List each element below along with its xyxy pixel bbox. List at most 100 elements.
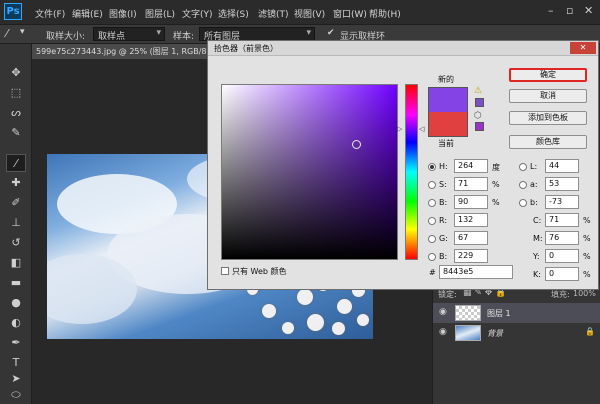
current-color-swatch[interactable] — [428, 112, 468, 137]
sample-size-label: 取样大小: — [46, 32, 86, 42]
eyedropper-icon[interactable]: ⁄ — [6, 27, 8, 40]
s-unit: % — [492, 180, 500, 189]
g-radio[interactable] — [428, 235, 436, 243]
hex-field[interactable]: 8443e5 — [439, 265, 513, 279]
r-radio[interactable] — [428, 217, 436, 225]
menu-file[interactable]: 文件(F) — [35, 7, 65, 20]
move-tool-icon[interactable]: ✥ — [6, 64, 26, 82]
minimize-icon[interactable]: – — [548, 4, 554, 17]
color-sample-marker[interactable] — [352, 140, 361, 149]
k-field[interactable]: 0 — [545, 267, 579, 281]
lock-icon: 🔒 — [585, 327, 595, 336]
r-field[interactable]: 132 — [454, 213, 488, 227]
menu-type[interactable]: 文字(Y) — [182, 7, 213, 20]
web-colors-label: 只有 Web 颜色 — [232, 267, 287, 276]
quick-select-tool-icon[interactable]: ✎ — [6, 124, 26, 142]
brightness-field[interactable]: 90 — [454, 195, 488, 209]
menu-layer[interactable]: 图层(L) — [145, 7, 175, 20]
s-radio[interactable] — [428, 181, 436, 189]
add-to-swatches-button[interactable]: 添加到色板 — [509, 111, 587, 125]
menu-help[interactable]: 帮助(H) — [369, 7, 401, 20]
g-label: G: — [439, 234, 448, 243]
c-field[interactable]: 71 — [545, 213, 579, 227]
hue-slider[interactable] — [405, 84, 418, 260]
brightness-radio[interactable] — [428, 199, 436, 207]
sample-size-select[interactable]: 取样点 — [93, 27, 165, 42]
a-field[interactable]: 53 — [545, 177, 579, 191]
chevron-down-icon[interactable]: ▾ — [20, 27, 25, 37]
menu-select[interactable]: 选择(S) — [218, 7, 249, 20]
stamp-tool-icon[interactable]: ⊥ — [6, 214, 26, 232]
c-label: C: — [533, 216, 542, 225]
layer-name: 图层 1 — [487, 309, 511, 318]
web-safe-swatch[interactable] — [475, 122, 484, 131]
menu-window[interactable]: 窗口(W) — [333, 7, 367, 20]
blue-radio[interactable] — [428, 253, 436, 261]
ok-button[interactable]: 确定 — [509, 68, 587, 82]
menu-image[interactable]: 图像(I) — [109, 7, 137, 20]
h-field[interactable]: 264 — [454, 159, 488, 173]
blue-label: B: — [439, 252, 448, 261]
marquee-tool-icon[interactable]: ⬚ — [6, 84, 26, 102]
layer-thumbnail — [455, 325, 481, 341]
brush-tool-icon[interactable]: ✐ — [6, 194, 26, 212]
blur-tool-icon[interactable]: ● — [6, 294, 26, 312]
menu-bar: Ps 文件(F) 编辑(E) 图像(I) 图层(L) 文字(Y) 选择(S) 滤… — [0, 0, 600, 24]
l-field[interactable]: 44 — [545, 159, 579, 173]
shape-tool-icon[interactable]: ⬭ — [6, 386, 26, 404]
sample-select[interactable]: 所有图层 — [199, 27, 315, 42]
a-label: a: — [530, 180, 538, 189]
history-brush-tool-icon[interactable]: ↺ — [6, 234, 26, 252]
new-label: 新的 — [438, 75, 454, 84]
eyedropper-tool-icon[interactable]: ⁄ — [6, 154, 26, 172]
g-field[interactable]: 67 — [454, 231, 488, 245]
pen-tool-icon[interactable]: ✒ — [6, 334, 26, 352]
menu-filter[interactable]: 滤镜(T) — [258, 7, 289, 20]
cancel-button[interactable]: 取消 — [509, 89, 587, 103]
brightness-label: B: — [439, 198, 448, 207]
h-unit: 度 — [492, 163, 500, 172]
eraser-tool-icon[interactable]: ◧ — [6, 254, 26, 272]
gamut-swatch[interactable] — [475, 98, 484, 107]
m-label: M: — [533, 234, 543, 243]
web-safe-cube-icon[interactable]: ⬡ — [474, 111, 482, 121]
layer-row[interactable]: ◉ 图层 1 — [433, 303, 600, 323]
hue-arrow-left-icon[interactable]: ▷ — [397, 125, 402, 133]
m-field[interactable]: 76 — [545, 231, 579, 245]
dialog-titlebar: 拾色器（前景色） — [208, 41, 598, 56]
close-icon[interactable]: ✕ — [584, 4, 593, 17]
color-libraries-button[interactable]: 颜色库 — [509, 135, 587, 149]
fill-value[interactable]: 100% — [573, 289, 596, 298]
maximize-icon[interactable]: ▫ — [566, 4, 573, 17]
menu-view[interactable]: 视图(V) — [294, 7, 325, 20]
l-radio[interactable] — [519, 163, 527, 171]
h-radio[interactable] — [428, 163, 436, 171]
tools-panel: ✥ ⬚ ᔕ ✎ ⁄ ✚ ✐ ⊥ ↺ ◧ ▬ ● ◐ ✒ T ➤ ⬭ — [0, 44, 32, 404]
a-radio[interactable] — [519, 181, 527, 189]
brightness-unit: % — [492, 198, 500, 207]
saturation-brightness-field[interactable] — [221, 84, 398, 260]
gamut-warning-icon[interactable]: ⚠ — [474, 86, 482, 96]
gradient-tool-icon[interactable]: ▬ — [6, 274, 26, 292]
web-colors-checkbox[interactable] — [221, 267, 229, 275]
layers-panel: 锁定: ▦ ✎ ✥ 🔒 填充: 100% ◉ 图层 1 ◉ 背景 🔒 — [432, 285, 600, 404]
lab-b-field[interactable]: -73 — [545, 195, 579, 209]
eye-icon[interactable]: ◉ — [439, 327, 447, 337]
menu-edit[interactable]: 编辑(E) — [72, 7, 103, 20]
eye-icon[interactable]: ◉ — [439, 307, 447, 317]
y-unit: % — [583, 252, 591, 261]
document-tab[interactable]: 599e75c273443.jpg @ 25% (图层 1, RGB/8#) — [32, 44, 212, 59]
show-ring-checkbox[interactable]: ✔ — [327, 28, 335, 38]
s-field[interactable]: 71 — [454, 177, 488, 191]
lasso-tool-icon[interactable]: ᔕ — [6, 104, 26, 122]
layer-row[interactable]: ◉ 背景 🔒 — [433, 323, 600, 343]
blue-field[interactable]: 229 — [454, 249, 488, 263]
hue-arrow-right-icon[interactable]: ◁ — [419, 125, 424, 133]
y-field[interactable]: 0 — [545, 249, 579, 263]
lab-b-label: b: — [530, 198, 538, 207]
healing-tool-icon[interactable]: ✚ — [6, 174, 26, 192]
lab-b-radio[interactable] — [519, 199, 527, 207]
close-icon[interactable]: ✕ — [570, 42, 596, 54]
dodge-tool-icon[interactable]: ◐ — [6, 314, 26, 332]
h-label: H: — [439, 162, 448, 171]
